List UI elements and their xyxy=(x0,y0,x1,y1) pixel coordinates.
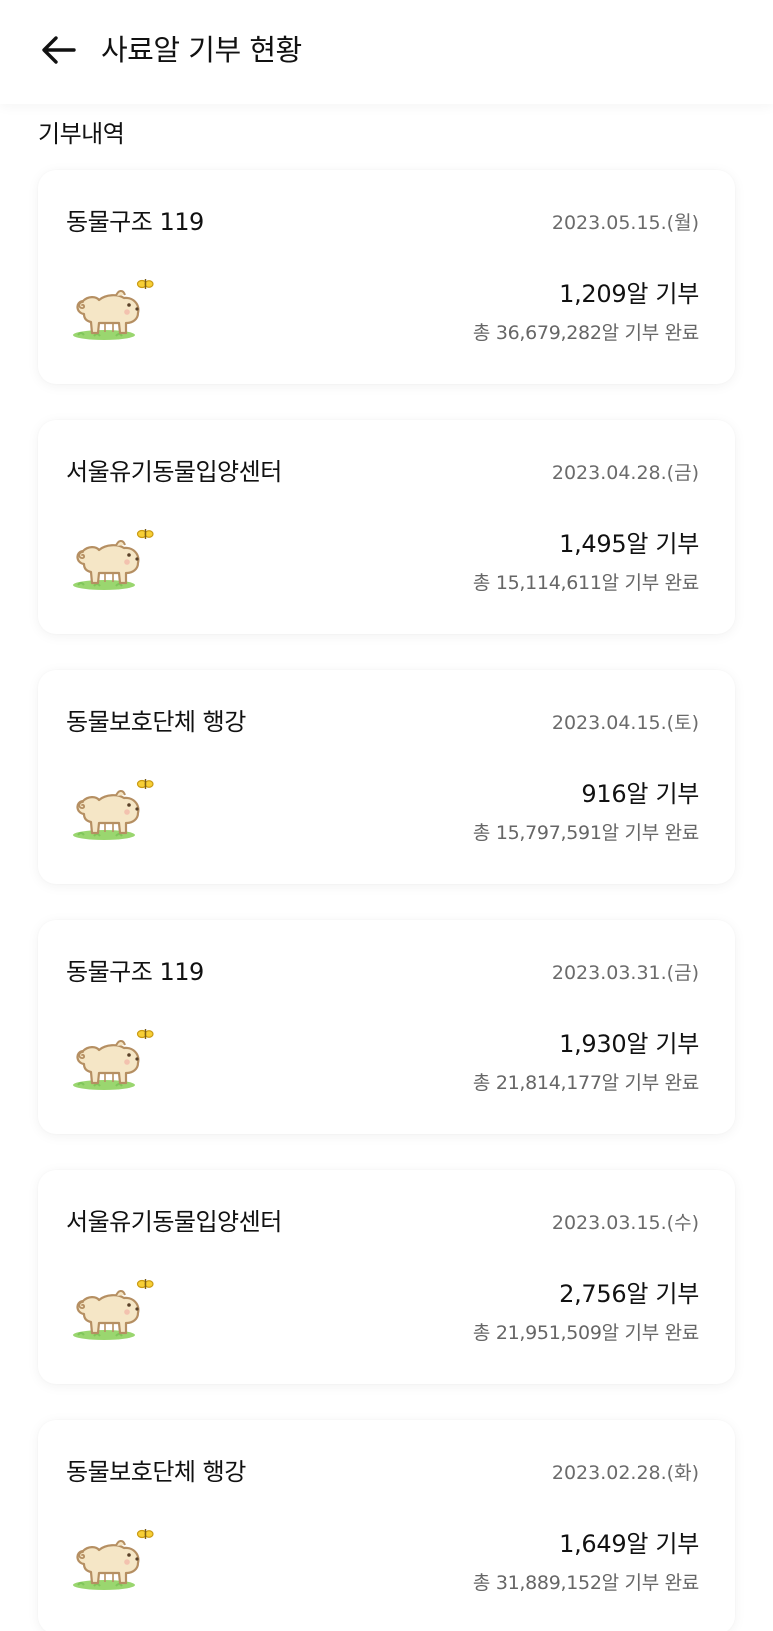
app-header: 사료알 기부 현황 xyxy=(0,0,773,104)
donation-date: 2023.03.31.(금) xyxy=(551,962,699,984)
organization-name: 동물구조 119 xyxy=(66,208,204,236)
donation-card[interactable]: 동물구조 119 2023.05.15.(월) 1,209알 기부 총 36,6… xyxy=(38,170,735,384)
donation-total: 총 15,797,591알 기부 완료 xyxy=(472,822,699,844)
donation-total: 총 31,889,152알 기부 완료 xyxy=(472,1572,699,1594)
donation-status-screen: 사료알 기부 현황 기부내역 동물구조 119 2023.05.15.(월) 1… xyxy=(0,0,773,1631)
donation-date: 2023.05.15.(월) xyxy=(551,212,699,234)
donation-amount: 1,495알 기부 xyxy=(559,530,699,558)
donation-total: 총 21,951,509알 기부 완료 xyxy=(472,1322,699,1344)
organization-name: 동물보호단체 행강 xyxy=(66,1458,246,1486)
organization-name: 서울유기동물입양센터 xyxy=(66,1208,282,1236)
donation-date: 2023.04.28.(금) xyxy=(551,462,699,484)
section-label: 기부내역 xyxy=(38,120,125,148)
organization-name: 서울유기동물입양센터 xyxy=(66,458,282,486)
organization-name: 동물구조 119 xyxy=(66,958,204,986)
donation-date: 2023.03.15.(수) xyxy=(551,1212,699,1234)
puppy-with-butterfly-icon xyxy=(70,274,154,346)
donation-amount: 916알 기부 xyxy=(581,780,699,808)
arrow-left-icon xyxy=(42,36,76,64)
organization-name: 동물보호단체 행강 xyxy=(66,708,246,736)
donation-total: 총 21,814,177알 기부 완료 xyxy=(472,1072,699,1094)
donation-amount: 1,209알 기부 xyxy=(559,280,699,308)
donation-amount: 1,930알 기부 xyxy=(559,1030,699,1058)
donation-date: 2023.02.28.(화) xyxy=(551,1462,699,1484)
donation-card[interactable]: 동물보호단체 행강 2023.04.15.(토) 916알 기부 총 15,79… xyxy=(38,670,735,884)
back-button[interactable] xyxy=(34,26,82,74)
donation-amount: 1,649알 기부 xyxy=(559,1530,699,1558)
donation-amount: 2,756알 기부 xyxy=(559,1280,699,1308)
puppy-with-butterfly-icon xyxy=(70,524,154,596)
donation-card[interactable]: 서울유기동물입양센터 2023.03.15.(수) 2,756알 기부 총 21… xyxy=(38,1170,735,1384)
puppy-with-butterfly-icon xyxy=(70,1274,154,1346)
donation-card[interactable]: 동물구조 119 2023.03.31.(금) 1,930알 기부 총 21,8… xyxy=(38,920,735,1134)
donation-date: 2023.04.15.(토) xyxy=(551,712,699,734)
donation-total: 총 36,679,282알 기부 완료 xyxy=(472,322,699,344)
donation-total: 총 15,114,611알 기부 완료 xyxy=(472,572,699,594)
donation-list: 동물구조 119 2023.05.15.(월) 1,209알 기부 총 36,6… xyxy=(38,170,735,1631)
puppy-with-butterfly-icon xyxy=(70,1524,154,1596)
donation-card[interactable]: 서울유기동물입양센터 2023.04.28.(금) 1,495알 기부 총 15… xyxy=(38,420,735,634)
donation-card[interactable]: 동물보호단체 행강 2023.02.28.(화) 1,649알 기부 총 31,… xyxy=(38,1420,735,1631)
page-title: 사료알 기부 현황 xyxy=(101,33,302,67)
puppy-with-butterfly-icon xyxy=(70,774,154,846)
puppy-with-butterfly-icon xyxy=(70,1024,154,1096)
